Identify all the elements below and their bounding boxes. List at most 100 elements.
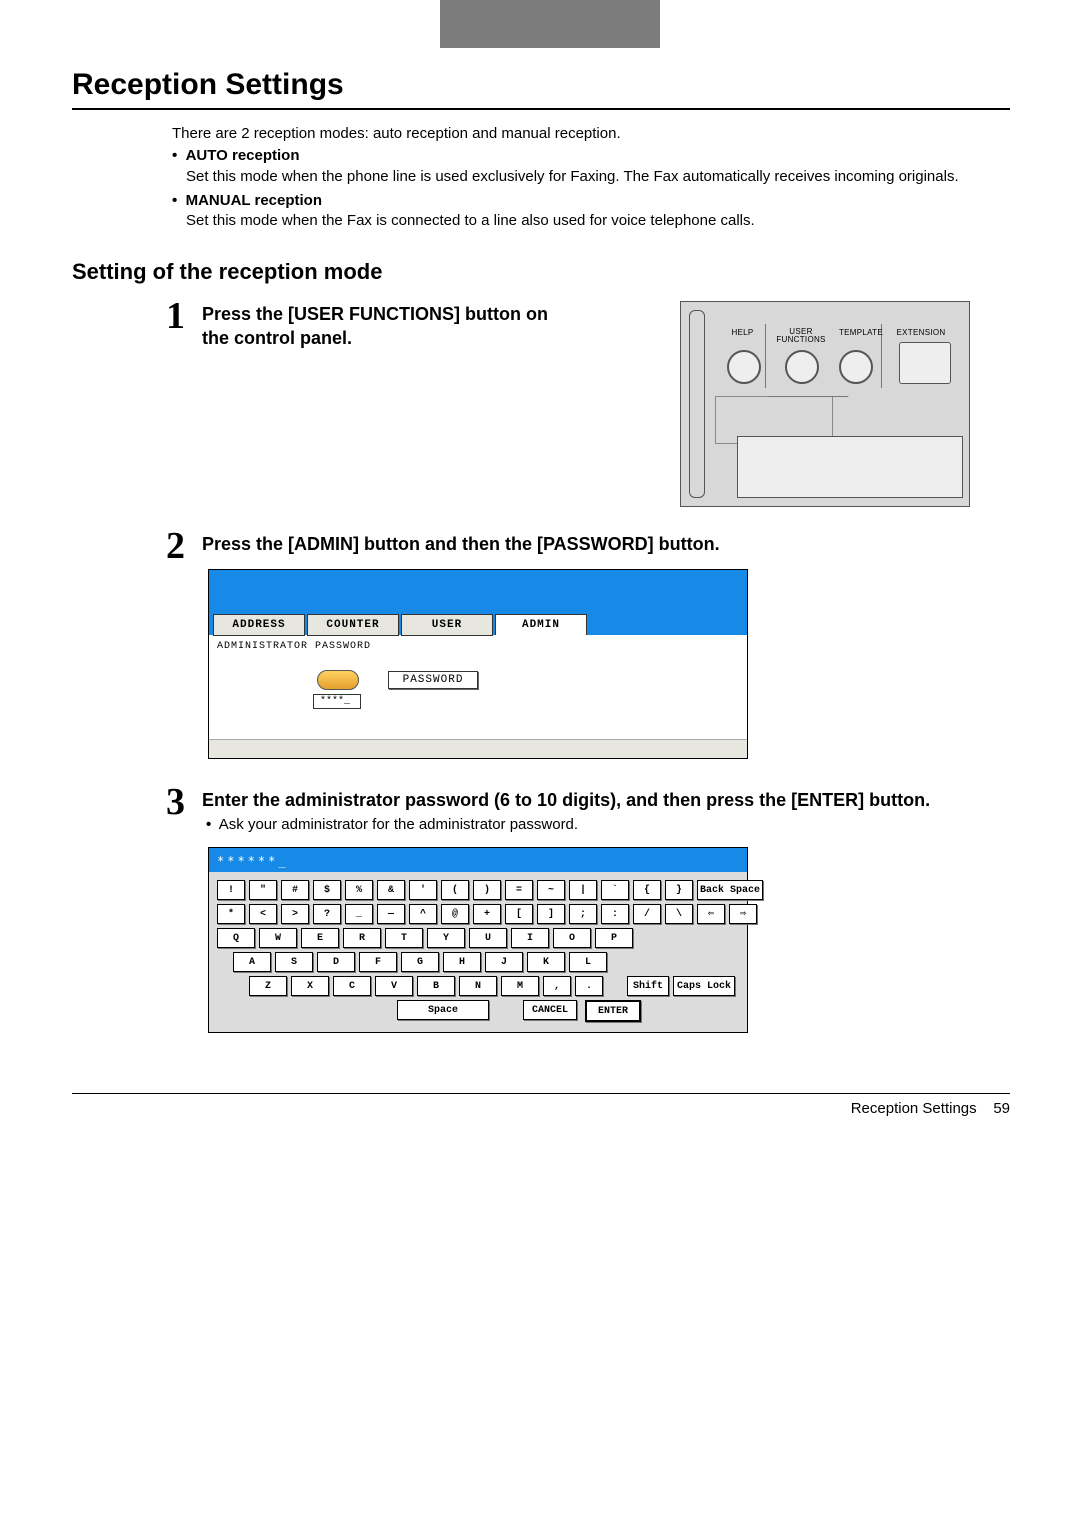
key-equals[interactable]: = (505, 880, 533, 900)
key-dollar[interactable]: $ (313, 880, 341, 900)
key-o[interactable]: O (553, 928, 591, 948)
page-footer: Reception Settings 59 (72, 1100, 1010, 1117)
key-t[interactable]: T (385, 928, 423, 948)
panel-label-user-functions: USERFUNCTIONS (770, 328, 832, 344)
key-s[interactable]: S (275, 952, 313, 972)
tab-admin[interactable]: ADMIN (495, 614, 587, 635)
key-underscore[interactable]: _ (345, 904, 373, 924)
key-percent[interactable]: % (345, 880, 373, 900)
key-lbrace[interactable]: { (633, 880, 661, 900)
key-u[interactable]: U (469, 928, 507, 948)
key-v[interactable]: V (375, 976, 413, 996)
key-semi[interactable]: ; (569, 904, 597, 924)
title-rule (72, 108, 1010, 110)
key-shift[interactable]: Shift (627, 976, 669, 996)
key-icon (317, 670, 359, 690)
intro-lead: There are 2 reception modes: auto recept… (172, 124, 970, 144)
key-cancel[interactable]: CANCEL (523, 1000, 577, 1020)
key-n[interactable]: N (459, 976, 497, 996)
key-slash[interactable]: / (633, 904, 661, 924)
admin-password-screen: ADDRESS COUNTER USER ADMIN ADMINISTRATOR… (208, 569, 748, 759)
tab-address[interactable]: ADDRESS (213, 614, 305, 636)
key-e[interactable]: E (301, 928, 339, 948)
extension-button-icon (899, 342, 951, 384)
key-i[interactable]: I (511, 928, 549, 948)
key-tilde[interactable]: ~ (537, 880, 565, 900)
key-rbracket[interactable]: ] (537, 904, 565, 924)
key-g[interactable]: G (401, 952, 439, 972)
password-button[interactable]: PASSWORD (388, 671, 479, 689)
key-comma[interactable]: , (543, 976, 571, 996)
key-quote[interactable]: " (249, 880, 277, 900)
keyboard-entry: ******_ (209, 848, 747, 872)
tab-user[interactable]: USER (401, 614, 493, 636)
user-functions-button-icon (785, 350, 819, 384)
key-space[interactable]: Space (397, 1000, 489, 1020)
key-z[interactable]: Z (249, 976, 287, 996)
key-plus[interactable]: + (473, 904, 501, 924)
key-enter[interactable]: ENTER (585, 1000, 641, 1022)
step-1-title: Press the [USER FUNCTIONS] button on the… (202, 303, 562, 350)
key-y[interactable]: Y (427, 928, 465, 948)
panel-label-template: TEMPLATE (832, 328, 890, 344)
key-gt[interactable]: > (281, 904, 309, 924)
step-3-title: Enter the administrator password (6 to 1… (202, 789, 970, 812)
key-a[interactable]: A (233, 952, 271, 972)
key-backtick[interactable]: ` (601, 880, 629, 900)
onscreen-keyboard: ******_ ! " # $ % & ' ( ) = ~ | ` { (208, 847, 748, 1033)
key-k[interactable]: K (527, 952, 565, 972)
auto-body: Set this mode when the phone line is use… (186, 167, 970, 187)
admin-password-label: ADMINISTRATOR PASSWORD (217, 641, 747, 652)
key-b[interactable]: B (417, 976, 455, 996)
key-m[interactable]: M (501, 976, 539, 996)
step-2-title: Press the [ADMIN] button and then the [P… (202, 533, 970, 556)
panel-label-help: HELP (715, 328, 770, 344)
page-title: Reception Settings (72, 68, 1010, 102)
key-at[interactable]: @ (441, 904, 469, 924)
key-lparen[interactable]: ( (441, 880, 469, 900)
key-dash[interactable]: — (377, 904, 405, 924)
key-arrow-left[interactable]: ⇦ (697, 904, 725, 924)
manual-body: Set this mode when the Fax is connected … (186, 211, 970, 231)
step-3-number: 3 (166, 783, 185, 821)
tab-counter[interactable]: COUNTER (307, 614, 399, 636)
password-masked: ****_ (313, 694, 361, 709)
key-c[interactable]: C (333, 976, 371, 996)
key-x[interactable]: X (291, 976, 329, 996)
key-lt[interactable]: < (249, 904, 277, 924)
step-3-subtext: Ask your administrator for the administr… (206, 816, 970, 833)
key-apos[interactable]: ' (409, 880, 437, 900)
key-hash[interactable]: # (281, 880, 309, 900)
key-backspace[interactable]: Back Space (697, 880, 763, 900)
key-arrow-right[interactable]: ⇨ (729, 904, 757, 924)
key-bslash[interactable]: \ (665, 904, 693, 924)
key-lbracket[interactable]: [ (505, 904, 533, 924)
header-dark-tab (440, 0, 660, 48)
auto-title: AUTO reception (186, 147, 300, 164)
key-exclaim[interactable]: ! (217, 880, 245, 900)
key-w[interactable]: W (259, 928, 297, 948)
key-qmark[interactable]: ? (313, 904, 341, 924)
key-period[interactable]: . (575, 976, 603, 996)
help-button-icon (727, 350, 761, 384)
step-1-number: 1 (166, 297, 185, 335)
key-capslock[interactable]: Caps Lock (673, 976, 735, 996)
key-h[interactable]: H (443, 952, 481, 972)
key-star[interactable]: * (217, 904, 245, 924)
step-2-number: 2 (166, 527, 185, 565)
key-d[interactable]: D (317, 952, 355, 972)
subheading: Setting of the reception mode (72, 259, 1010, 285)
key-f[interactable]: F (359, 952, 397, 972)
key-amp[interactable]: & (377, 880, 405, 900)
key-pipe[interactable]: | (569, 880, 597, 900)
key-r[interactable]: R (343, 928, 381, 948)
key-rbrace[interactable]: } (665, 880, 693, 900)
key-j[interactable]: J (485, 952, 523, 972)
key-colon[interactable]: : (601, 904, 629, 924)
footer-rule (72, 1093, 1010, 1094)
key-rparen[interactable]: ) (473, 880, 501, 900)
key-q[interactable]: Q (217, 928, 255, 948)
key-l[interactable]: L (569, 952, 607, 972)
key-caret[interactable]: ^ (409, 904, 437, 924)
key-p[interactable]: P (595, 928, 633, 948)
